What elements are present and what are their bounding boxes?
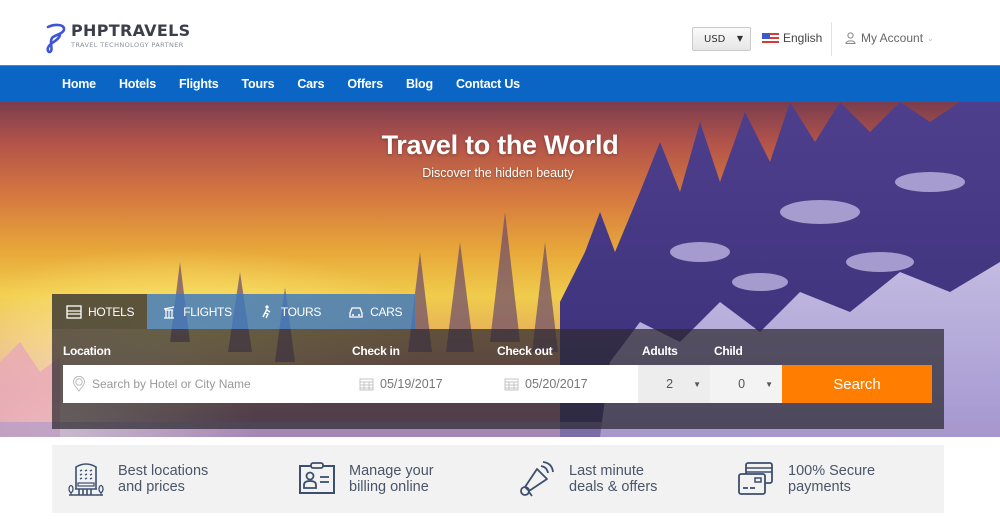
tab-flights[interactable]: FLIGHTS	[147, 294, 245, 329]
brand-tagline: TRAVEL TECHNOLOGY PARTNER	[71, 41, 184, 49]
currency-value: USD	[704, 33, 726, 45]
caret-down-icon: ▼	[736, 34, 743, 43]
tab-hotels-label: HOTELS	[88, 304, 135, 319]
my-account-menu[interactable]: My Account ⌄	[845, 31, 934, 45]
feature-secure-payments: 100% Secure payments	[736, 445, 875, 513]
account-label: My Account	[861, 31, 924, 45]
language-selector[interactable]: English	[762, 31, 822, 45]
checkout-input[interactable]: 05/20/2017	[493, 365, 638, 403]
feature-text-line2: and prices	[118, 479, 185, 495]
tour-icon	[262, 304, 271, 318]
checkout-label: Check out	[497, 344, 553, 358]
adults-value: 2	[666, 377, 674, 391]
location-placeholder: Search by Hotel or City Name	[92, 377, 251, 391]
user-icon	[845, 32, 856, 44]
search-button[interactable]: Search	[782, 365, 932, 403]
adults-select[interactable]: 2 ▼	[638, 365, 710, 403]
checkin-label: Check in	[352, 344, 400, 358]
tab-tours[interactable]: TOURS	[244, 294, 335, 329]
tab-cars[interactable]: CARS	[334, 294, 416, 329]
tab-cars-label: CARS	[370, 304, 403, 319]
feature-text-line1: 100% Secure	[788, 463, 876, 479]
child-label: Child	[714, 344, 743, 358]
id-card-icon	[299, 462, 335, 494]
caret-down-icon: ▼	[765, 379, 773, 389]
checkin-value: 05/19/2017	[380, 377, 443, 391]
tab-hotels[interactable]: HOTELS	[52, 294, 148, 329]
tab-flights-label: FLIGHTS	[183, 304, 232, 319]
main-nav: Home Hotels Flights Tours Cars Offers Bl…	[0, 65, 1000, 102]
building-icon	[68, 463, 104, 496]
feature-text-line2: billing online	[349, 479, 429, 495]
hotel-icon	[66, 304, 82, 319]
top-header: PHPTRAVELS TRAVEL TECHNOLOGY PARTNER USD…	[0, 0, 1000, 65]
chevron-down-icon: ⌄	[927, 33, 934, 43]
nav-cars[interactable]: Cars	[297, 77, 324, 91]
feature-billing: Manage your billing online	[297, 445, 434, 513]
brand-name: PHPTRAVELS	[71, 21, 191, 40]
credit-card-icon	[738, 462, 773, 495]
car-icon	[349, 306, 363, 318]
feature-text-line1: Manage your	[349, 463, 434, 479]
header-divider	[831, 22, 832, 56]
feature-best-locations: Best locations and prices	[66, 445, 208, 513]
language-label: English	[783, 31, 823, 45]
nav-home[interactable]: Home	[62, 77, 96, 91]
location-label: Location	[63, 344, 111, 358]
child-value: 0	[738, 377, 746, 391]
search-fields: Search by Hotel or City Name 05/19/2017 …	[63, 365, 932, 403]
nav-flights[interactable]: Flights	[179, 77, 219, 91]
feature-last-minute: Last minute deals & offers	[517, 445, 657, 513]
search-tabs: HOTELS FLIGHTS TOURS CARS	[52, 294, 416, 329]
hotel-search-form: Location Check in Check out Adults Child…	[52, 329, 944, 429]
feature-text-line1: Best locations	[118, 463, 209, 479]
feature-text-line1: Last minute	[569, 463, 644, 479]
nav-blog[interactable]: Blog	[406, 77, 433, 91]
checkin-input[interactable]: 05/19/2017	[348, 365, 493, 403]
features-bar: Best locations and prices Manage your bi…	[52, 445, 944, 513]
calendar-icon	[359, 378, 374, 391]
nav-contact-us[interactable]: Contact Us	[456, 77, 520, 91]
hero-subtitle: Discover the hidden beauty	[422, 166, 574, 180]
calendar-icon	[504, 378, 519, 391]
location-input[interactable]: Search by Hotel or City Name	[63, 365, 348, 403]
us-flag-icon	[762, 32, 779, 44]
megaphone-icon	[520, 461, 554, 497]
hero-title: Travel to the World	[381, 130, 619, 160]
currency-select[interactable]: USD ▼	[692, 27, 751, 51]
brand-logo[interactable]: PHPTRAVELS TRAVEL TECHNOLOGY PARTNER	[44, 22, 190, 54]
feature-text-line2: payments	[788, 479, 851, 495]
nav-offers[interactable]: Offers	[347, 77, 383, 91]
logo-icon	[46, 23, 66, 54]
flight-icon	[164, 305, 175, 319]
child-select[interactable]: 0 ▼	[710, 365, 782, 403]
hero-banner: Travel to the World Discover the hidden …	[0, 102, 1000, 437]
adults-label: Adults	[642, 344, 678, 358]
checkout-value: 05/20/2017	[525, 377, 588, 391]
caret-down-icon: ▼	[693, 379, 701, 389]
tab-tours-label: TOURS	[280, 304, 322, 319]
nav-tours[interactable]: Tours	[242, 77, 275, 91]
location-pin-icon	[73, 376, 85, 392]
feature-text-line2: deals & offers	[569, 479, 658, 495]
nav-hotels[interactable]: Hotels	[119, 77, 156, 91]
